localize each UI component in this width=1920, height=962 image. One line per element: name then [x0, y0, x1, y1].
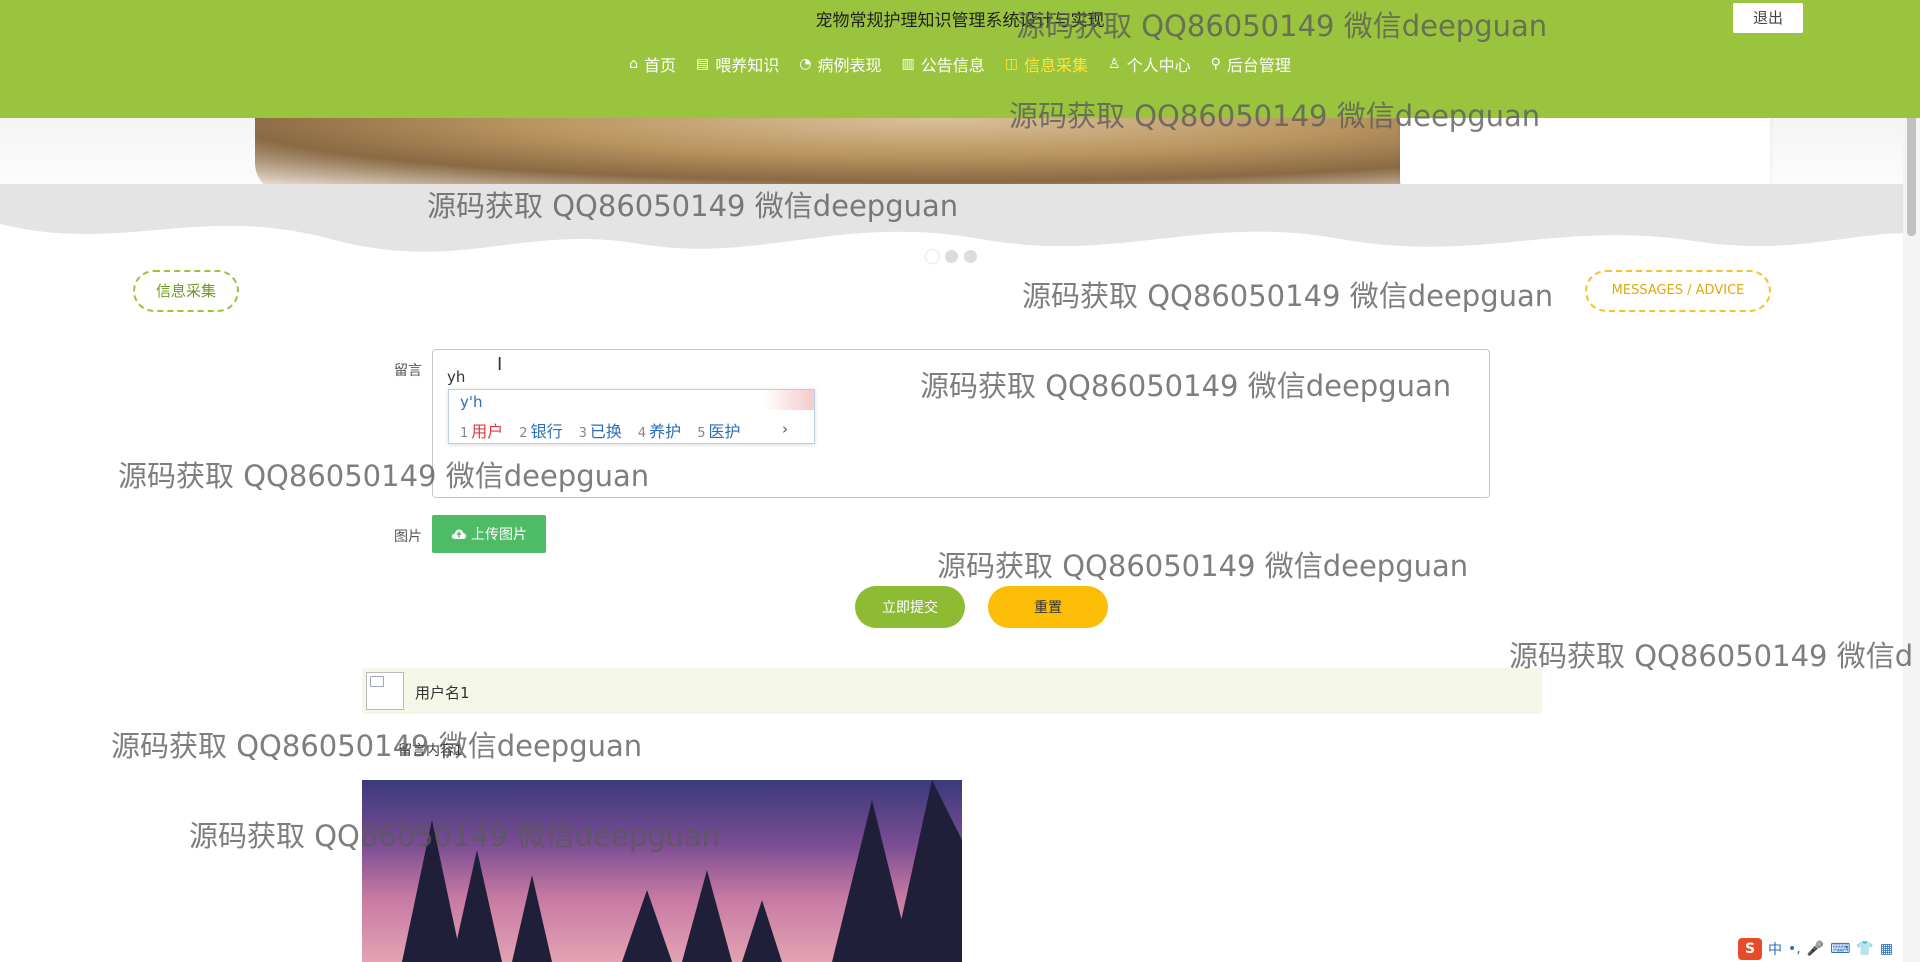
watermark: 源码获取 QQ86050149 微信deepguan: [111, 729, 643, 763]
watermark: 源码获取 QQ86050149 微信deepguan: [118, 459, 650, 493]
ime-tray-item-5[interactable]: ▦: [1880, 941, 1893, 957]
ime-next-page-icon[interactable]: ›: [782, 420, 788, 438]
ime-candidate-number: 4: [637, 426, 647, 441]
nav-item-label: 病例表现: [817, 56, 882, 75]
ime-candidate-text: 用户: [471, 422, 504, 441]
ime-candidate[interactable]: 1 用户: [460, 418, 503, 442]
ime-toolbar: S 中 •, 🎤 ⌨ 👕 ▦: [1738, 936, 1920, 962]
nav-item-6[interactable]: ⚲ 后台管理: [1211, 52, 1291, 76]
reset-button[interactable]: 重置: [988, 586, 1108, 628]
nav-item-label: 个人中心: [1126, 56, 1191, 75]
nav-item-3[interactable]: ▥ 公告信息: [902, 52, 985, 76]
nav-item-2[interactable]: ◔ 病例表现: [799, 52, 881, 76]
upload-image-label: 上传图片: [471, 527, 527, 543]
ime-tray-item-4[interactable]: 👕: [1856, 941, 1873, 957]
ime-decoration: [764, 390, 814, 410]
ime-candidate-number: 3: [578, 426, 587, 441]
carousel-dot[interactable]: [926, 250, 939, 263]
nav-item-1[interactable]: ▤ 喂养知识: [696, 52, 779, 76]
comment-header: 用户名1: [362, 668, 1542, 714]
ime-candidate-text: 养护: [649, 422, 682, 441]
nav-item-5[interactable]: ♙ 个人中心: [1108, 52, 1191, 76]
page-scrollbar[interactable]: [1903, 0, 1920, 962]
ime-candidate-text: 医护: [708, 422, 741, 441]
text-cursor-icon: I: [497, 354, 503, 375]
ime-candidate-text: 银行: [530, 422, 563, 441]
collect-icon: ◫: [1004, 56, 1018, 72]
ime-candidate[interactable]: 5 医护: [697, 418, 740, 442]
ime-candidates: 1 用户 2 银行 3 已换 4 养护 5 医护: [460, 418, 740, 442]
message-label: 留言: [394, 363, 422, 379]
nav-item-label: 公告信息: [920, 56, 985, 75]
ime-composition: y'h: [460, 393, 483, 411]
ime-tray-item-1[interactable]: •,: [1788, 941, 1801, 957]
cloud-upload-icon: [451, 529, 467, 539]
section-subtitle: MESSAGES / ADVICE: [1585, 270, 1771, 312]
carousel-dot[interactable]: [964, 250, 977, 263]
carousel-dot[interactable]: [945, 250, 958, 263]
ime-tray-item-2[interactable]: 🎤: [1807, 941, 1824, 957]
home-icon: ⌂: [629, 56, 639, 72]
watermark: 源码获取 QQ86050149 微信deepguan: [1022, 279, 1554, 313]
watermark: 源码获取 QQ86050149 微信deepguan: [427, 189, 959, 223]
watermark: 源码获取 QQ86050149 微信deepguan: [1016, 9, 1548, 43]
nav-item-label: 后台管理: [1226, 56, 1291, 75]
nav-item-label: 喂养知识: [715, 56, 780, 75]
watermark: 源码获取 QQ86050149 微信d: [1509, 639, 1914, 673]
ime-candidate-number: 1: [460, 426, 469, 441]
comment-image: [362, 780, 962, 962]
sogou-logo-icon[interactable]: S: [1738, 938, 1762, 960]
watermark: 源码获取 QQ86050149 微信deepguan: [937, 549, 1469, 583]
nav-item-label: 信息采集: [1024, 56, 1089, 75]
nav-item-label: 首页: [644, 56, 677, 75]
ime-candidate-popup: y'h 1 用户 2 银行 3 已换 4 养护 5 医护 ›: [448, 389, 815, 444]
site-title: 宠物常规护理知识管理系统设计与实现: [815, 11, 1105, 31]
ime-candidate[interactable]: 2 银行: [519, 418, 562, 442]
submit-button[interactable]: 立即提交: [855, 586, 965, 628]
ime-candidate-number: 2: [519, 426, 528, 441]
top-header: 宠物常规护理知识管理系统设计与实现 退出 ⌂ 首页 ▤ 喂养知识 ◔ 病例表现 ▥ 公告信息 ◫…: [0, 0, 1920, 118]
comment-username: 用户名1: [415, 684, 470, 702]
ime-tray-item-0[interactable]: 中: [1768, 939, 1782, 959]
main-nav: ⌂ 首页 ▤ 喂养知识 ◔ 病例表现 ▥ 公告信息 ◫ 信息采集 ♙ 个人中心 ⚲ 后台管理: [0, 52, 1920, 76]
carousel-dots: [926, 250, 977, 263]
avatar: [366, 672, 404, 710]
ime-candidate[interactable]: 4 养护: [638, 418, 681, 442]
ime-tray-item-3[interactable]: ⌨: [1830, 941, 1850, 957]
ime-candidate-text: 已换: [589, 422, 622, 441]
section-title: 信息采集: [133, 270, 239, 312]
ime-candidate-number: 5: [697, 426, 706, 441]
watermark: 源码获取 QQ86050149 微信deepguan: [189, 819, 721, 853]
upload-image-button[interactable]: 上传图片: [432, 515, 546, 553]
logout-button[interactable]: 退出: [1733, 3, 1803, 33]
forest-image: [402, 780, 962, 962]
document-icon: ▥: [901, 56, 915, 72]
user-icon: ♙: [1108, 56, 1121, 72]
image-label: 图片: [394, 529, 422, 545]
paw-icon: ◔: [799, 56, 812, 72]
nav-item-4[interactable]: ◫ 信息采集: [1005, 52, 1088, 76]
watermark: 源码获取 QQ86050149 微信deepguan: [920, 369, 1452, 403]
ime-candidate[interactable]: 3 已换: [579, 418, 622, 442]
nav-item-0[interactable]: ⌂ 首页: [629, 52, 676, 76]
link-icon: ⚲: [1210, 56, 1221, 72]
book-icon: ▤: [696, 56, 710, 72]
watermark: 源码获取 QQ86050149 微信deepguan: [1009, 99, 1541, 133]
